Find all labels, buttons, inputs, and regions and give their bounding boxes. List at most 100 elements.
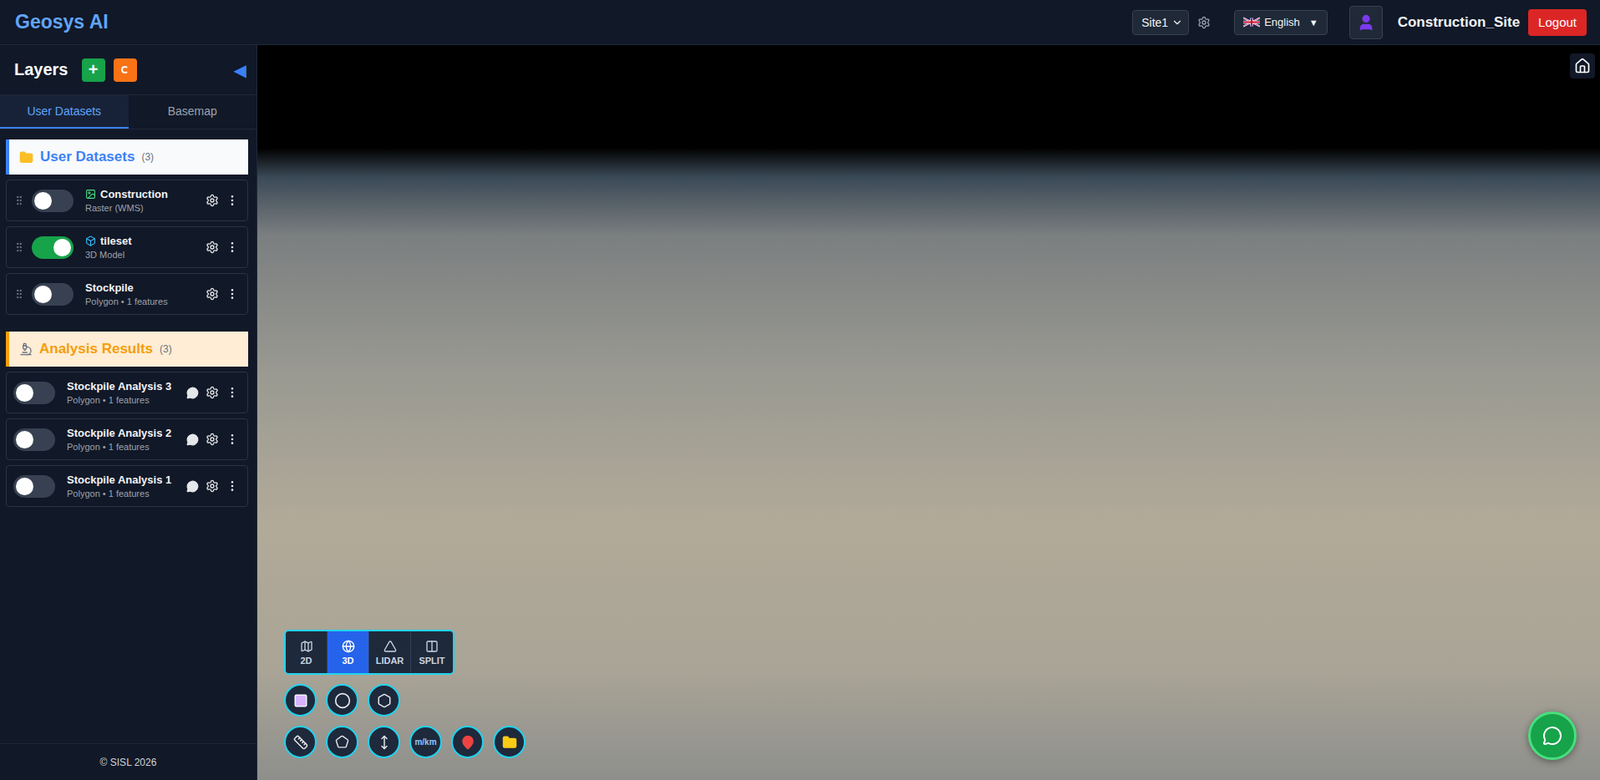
grip-icon: [13, 288, 26, 300]
layer-card: Stockpile Analysis 2Polygon • 1 features: [5, 418, 249, 461]
kebab-icon: [225, 287, 239, 301]
more-button[interactable]: [225, 287, 239, 301]
collapse-button[interactable]: ◀: [233, 60, 247, 81]
measure-tool-button[interactable]: [367, 726, 401, 759]
kebab-icon: [225, 479, 239, 493]
sidebar-tab[interactable]: User Datasets: [0, 95, 129, 129]
draw-tools: [284, 684, 526, 717]
map-view[interactable]: 2D3DLIDARSPLIT m/km: [257, 45, 1600, 780]
more-button[interactable]: [225, 193, 239, 208]
layer-toggle[interactable]: [13, 428, 56, 452]
settings-button[interactable]: [205, 432, 219, 447]
grip-icon: [13, 194, 26, 207]
site-settings-button[interactable]: [1197, 15, 1211, 30]
sidebar-title: Layers: [14, 60, 69, 80]
layer-text: tileset3D Model: [85, 234, 199, 260]
area-icon: [335, 735, 350, 750]
comment-button[interactable]: [186, 433, 199, 447]
split-icon: [425, 640, 439, 654]
user-icon: [1356, 13, 1376, 32]
gear-icon: [1197, 15, 1211, 30]
layer-toggle[interactable]: [31, 189, 74, 213]
measure-tool-button[interactable]: [325, 726, 359, 759]
measure-tool-button[interactable]: [451, 726, 484, 759]
more-button[interactable]: [225, 479, 239, 493]
layer-toggle[interactable]: [13, 381, 56, 405]
header-actions: Site1English▼Construction_SiteLogout: [1132, 5, 1587, 40]
comment-button[interactable]: [186, 386, 199, 400]
layers-sidebar: Layers+◀User DatasetsBasemapUser Dataset…: [0, 45, 258, 780]
gear-icon: [205, 240, 219, 254]
sidebar-tabs: User DatasetsBasemap: [0, 95, 257, 130]
layer-toggle[interactable]: [31, 283, 74, 306]
drag-handle[interactable]: [13, 241, 26, 254]
view-mode-button[interactable]: 2D: [285, 631, 328, 674]
folder-icon: [502, 735, 518, 751]
comment-icon: [186, 386, 199, 400]
comment-icon: [186, 480, 199, 493]
layer-text: Stockpile Analysis 1Polygon • 1 features: [66, 473, 180, 499]
more-button[interactable]: [225, 240, 239, 254]
kebab-icon: [225, 240, 239, 254]
group-header[interactable]: Analysis Results(3): [5, 331, 249, 367]
drag-handle[interactable]: [13, 194, 26, 207]
layer-text: Stockpile Analysis 3Polygon • 1 features: [66, 380, 180, 406]
kebab-icon: [225, 386, 239, 400]
layer-toggle[interactable]: [13, 475, 56, 498]
layer-groups: User Datasets(3) ConstructionRaster (WMS)…: [0, 129, 257, 744]
avatar[interactable]: [1349, 5, 1383, 40]
top-bar: Geosys AISite1English▼Construction_SiteL…: [0, 0, 1600, 46]
language-select[interactable]: English▼: [1234, 10, 1328, 36]
layer-toggle[interactable]: [31, 236, 74, 260]
logout-button[interactable]: Logout: [1528, 9, 1587, 36]
measure-tool-button[interactable]: [492, 726, 526, 759]
gear-icon: [205, 287, 219, 301]
sidebar-footer: © SISL 2026: [0, 743, 257, 780]
comment-button[interactable]: [186, 480, 199, 493]
refresh-button[interactable]: [113, 58, 138, 82]
draw-tool-button[interactable]: [367, 684, 401, 717]
raster-icon: [85, 188, 97, 200]
toggle-knob: [34, 192, 52, 210]
circle-icon: [334, 692, 351, 710]
more-button[interactable]: [225, 432, 239, 447]
map-controls: 2D3DLIDARSPLIT m/km: [284, 629, 526, 759]
draw-tool-button[interactable]: [325, 684, 359, 717]
gear-icon: [205, 193, 219, 208]
view-mode-button[interactable]: SPLIT: [411, 631, 453, 674]
draw-tool-button[interactable]: [284, 684, 317, 717]
sidebar-tab[interactable]: Basemap: [128, 95, 258, 129]
layer-name: Construction: [85, 187, 199, 201]
settings-button[interactable]: [205, 386, 219, 400]
settings-button[interactable]: [205, 479, 219, 493]
layer-text: StockpilePolygon • 1 features: [85, 281, 199, 307]
group-header[interactable]: User Datasets(3): [5, 139, 249, 175]
layer-text: ConstructionRaster (WMS): [85, 187, 199, 214]
measure-tool-button[interactable]: [284, 726, 317, 759]
layer-subtitle: Polygon • 1 features: [66, 488, 180, 499]
layer-card: StockpilePolygon • 1 features: [5, 273, 249, 315]
measure-tool-button[interactable]: m/km: [409, 726, 442, 759]
layer-subtitle: Polygon • 1 features: [66, 441, 180, 453]
view-mode-button[interactable]: 3D: [327, 631, 370, 674]
layer-name: Stockpile Analysis 3: [66, 380, 180, 393]
drag-handle[interactable]: [13, 288, 26, 300]
settings-button[interactable]: [205, 240, 219, 254]
app: Geosys AISite1English▼Construction_SiteL…: [0, 0, 1600, 780]
pin-icon: [460, 735, 476, 751]
layer-card: Stockpile Analysis 1Polygon • 1 features: [5, 465, 249, 508]
layer-text: Stockpile Analysis 2Polygon • 1 features: [66, 426, 180, 453]
chat-button[interactable]: [1528, 711, 1577, 761]
layer-name: Stockpile: [85, 281, 199, 295]
toggle-knob: [15, 384, 34, 402]
home-button[interactable]: [1569, 53, 1595, 79]
logo[interactable]: Geosys AI: [15, 10, 109, 34]
view-mode-button[interactable]: LIDAR: [369, 631, 412, 674]
layer-name: Stockpile Analysis 2: [66, 426, 180, 440]
settings-button[interactable]: [205, 287, 219, 301]
more-button[interactable]: [225, 386, 239, 400]
settings-button[interactable]: [205, 193, 219, 208]
site-select[interactable]: Site1: [1132, 10, 1189, 36]
gear-icon: [205, 479, 219, 493]
add-layer-button[interactable]: +: [81, 58, 106, 82]
